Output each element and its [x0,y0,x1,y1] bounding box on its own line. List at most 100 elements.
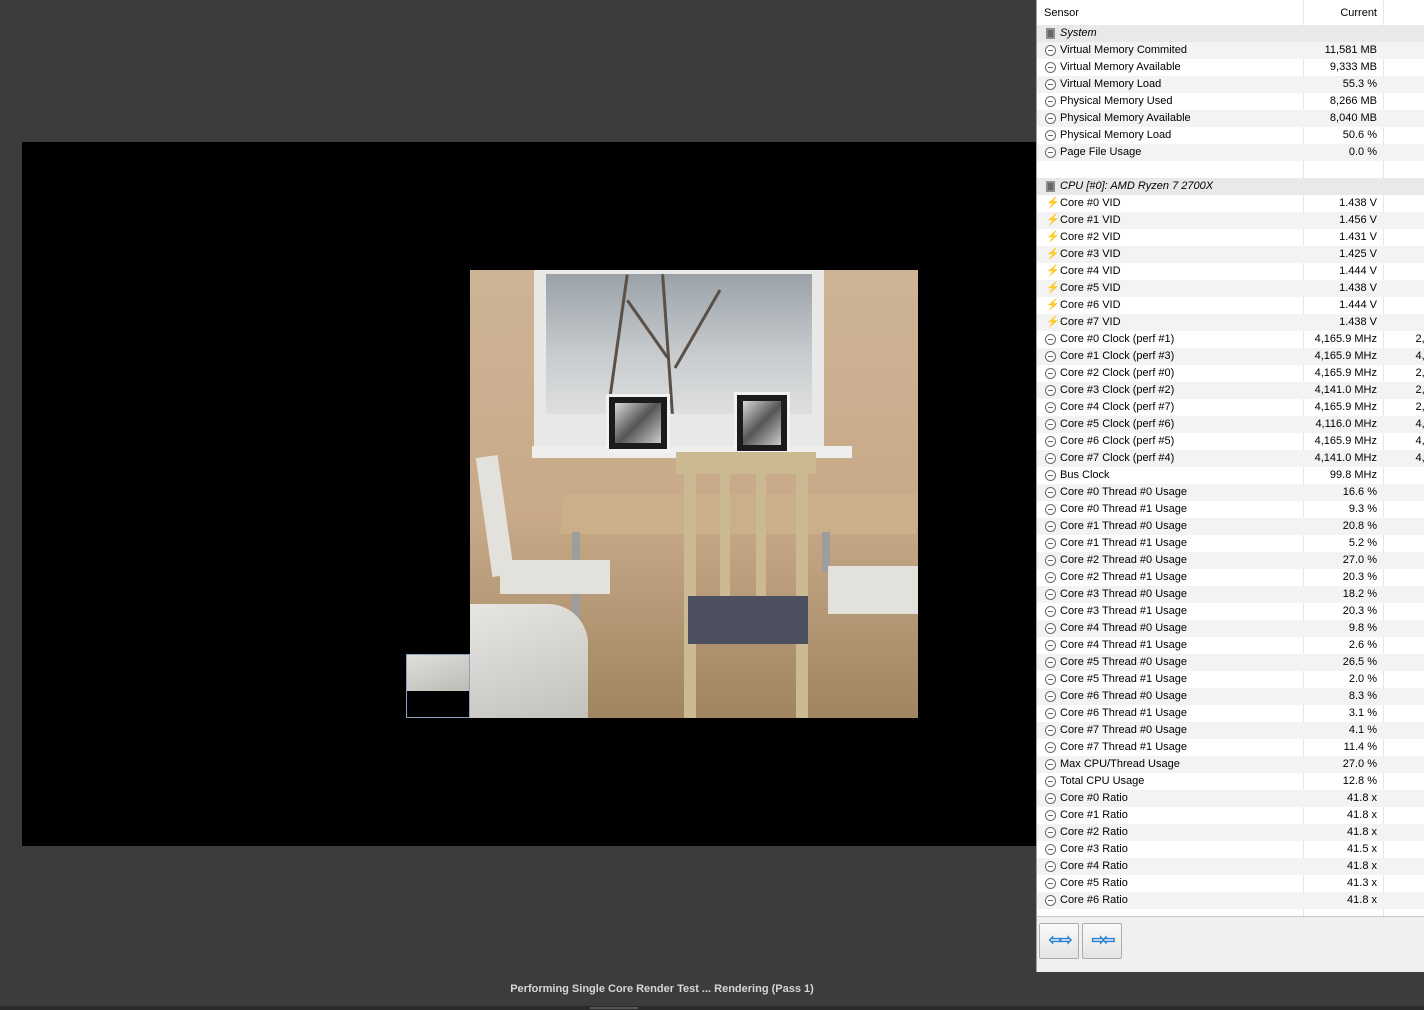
sensor-min-value: 2,827 [1415,384,1424,396]
sensor-row[interactable]: Core #1 Ratio 41.8 x [1037,807,1424,824]
gauge-icon [1045,776,1056,787]
sensor-min-value: 2 [1383,78,1424,90]
sensor-row[interactable]: ⚡Core #7 VID 1.438 V 1 [1037,314,1424,331]
sensor-row[interactable]: Total CPU Usage 12.8 % [1037,773,1424,790]
bottom-bar [0,1006,1424,1010]
sensor-group-row[interactable]: CPU [#0]: AMD Ryzen 7 2700X [1037,178,1424,195]
sensor-row[interactable]: Physical Memory Available 8,040 MB 7,3 [1037,110,1424,127]
sensor-row[interactable]: ⚡Core #2 VID 1.431 V 1 [1037,229,1424,246]
sensor-row[interactable]: Core #2 Ratio 41.8 x [1037,824,1424,841]
sensor-row[interactable]: Physical Memory Load 50.6 % 2 [1037,127,1424,144]
column-header-current[interactable]: Current [1303,7,1377,19]
gauge-icon [1045,368,1056,379]
sensor-row[interactable]: Physical Memory Used 8,266 MB 4,0 [1037,93,1424,110]
sensor-current-value: 1.444 V [1339,265,1377,277]
sensor-row[interactable]: Core #0 Ratio 41.8 x [1037,790,1424,807]
sensor-row[interactable]: Core #2 Thread #1 Usage 20.3 % [1037,569,1424,586]
sensor-name: Core #3 VID [1060,248,1121,260]
sensor-name: Core #2 VID [1060,231,1121,243]
collapse-arrows-button[interactable]: ⇨⇦ [1082,923,1122,959]
sensor-row[interactable]: Core #5 Clock (perf #6) 4,116.0 MHz 4,041 [1037,416,1424,433]
sensor-row[interactable]: Virtual Memory Available 9,333 MB 8,9 [1037,59,1424,76]
sensor-row[interactable]: Core #3 Ratio 41.5 x [1037,841,1424,858]
sensor-row[interactable]: ⚡Core #3 VID 1.425 V 1 [1037,246,1424,263]
sensor-row[interactable]: Core #7 Thread #1 Usage 11.4 % [1037,739,1424,756]
sensor-name: Total CPU Usage [1060,775,1145,787]
sensor-min-value: 2,810 [1415,333,1424,345]
sensor-name: Physical Memory Load [1060,129,1172,141]
sensor-row[interactable]: Core #0 Clock (perf #1) 4,165.9 MHz 2,810 [1037,331,1424,348]
sensor-rows: System Virtual Memory Commited 11,581 MB 5,… [1037,25,1424,909]
column-header-min[interactable]: M [1383,7,1424,19]
sensor-row[interactable]: Core #7 Clock (perf #4) 4,141.0 MHz 4,066 [1037,450,1424,467]
gauge-icon [1045,657,1056,668]
sensor-row[interactable]: Core #0 Thread #0 Usage 16.6 % [1037,484,1424,501]
sensor-name: Core #1 Thread #0 Usage [1060,520,1187,532]
sensor-row[interactable]: Virtual Memory Commited 11,581 MB 5,4 [1037,42,1424,59]
gauge-icon [1045,79,1056,90]
sensor-current-value: 4,141.0 MHz [1314,384,1377,396]
sensor-name: Physical Memory Available [1060,112,1191,124]
sensor-name: Core #1 Ratio [1060,809,1128,821]
sensor-row[interactable]: Core #3 Thread #0 Usage 18.2 % [1037,586,1424,603]
gauge-icon [1045,810,1056,821]
sensor-row[interactable]: Bus Clock 99.8 MHz 99 [1037,467,1424,484]
gauge-icon [1045,334,1056,345]
sensor-group-row[interactable]: System [1037,25,1424,42]
render-bucket [406,654,470,718]
sensor-row[interactable]: ⚡Core #4 VID 1.444 V 1 [1037,263,1424,280]
sensor-row[interactable]: Core #0 Thread #1 Usage 9.3 % [1037,501,1424,518]
sensor-name: Core #3 Ratio [1060,843,1128,855]
column-header-sensor[interactable]: Sensor [1044,7,1079,19]
sensor-row[interactable]: Core #5 Ratio 41.3 x [1037,875,1424,892]
sensor-name: Core #6 VID [1060,299,1121,311]
lightning-icon: ⚡ [1046,316,1060,328]
gauge-icon [1045,827,1056,838]
sensor-name: System [1060,27,1097,39]
sensor-min-value: 4,0 [1383,95,1424,107]
sensor-row[interactable]: Core #5 Thread #0 Usage 26.5 % [1037,654,1424,671]
sensor-name: Core #2 Ratio [1060,826,1128,838]
sensor-current-value: 1.438 V [1339,197,1377,209]
sensor-row[interactable]: Core #3 Clock (perf #2) 4,141.0 MHz 2,827 [1037,382,1424,399]
sensor-row[interactable]: Core #6 Ratio 41.8 x [1037,892,1424,909]
sensor-min-value: 1 [1383,299,1424,311]
sensor-row[interactable]: Core #4 Ratio 41.8 x [1037,858,1424,875]
sensor-min-value: 5,4 [1383,44,1424,56]
sensor-min-value: 2,810 [1415,367,1424,379]
sensor-row[interactable]: Core #3 Thread #1 Usage 20.3 % [1037,603,1424,620]
gauge-icon [1045,96,1056,107]
sensor-name: Virtual Memory Commited [1060,44,1187,56]
sensor-grid[interactable]: Sensor Current M System Virtual Memory Co… [1037,0,1424,917]
sensor-current-value: 11,581 MB [1324,44,1377,56]
expand-arrows-button[interactable]: ⇦⇨ [1039,923,1079,959]
sensor-row[interactable]: Core #7 Thread #0 Usage 4.1 % [1037,722,1424,739]
sensor-row[interactable]: Core #6 Thread #1 Usage 3.1 % [1037,705,1424,722]
sensor-current-value: 4,165.9 MHz [1314,435,1377,447]
sensor-row[interactable]: ⚡Core #0 VID 1.438 V 1 [1037,195,1424,212]
gauge-icon [1045,504,1056,515]
sensor-row[interactable]: ⚡Core #1 VID 1.456 V 1 [1037,212,1424,229]
sensor-row[interactable]: Core #1 Clock (perf #3) 4,165.9 MHz 4,041 [1037,348,1424,365]
sensor-name: Max CPU/Thread Usage [1060,758,1180,770]
sensor-row[interactable]: ⚡Core #6 VID 1.444 V 1 [1037,297,1424,314]
lightning-icon: ⚡ [1046,299,1060,311]
sensor-row[interactable]: Max CPU/Thread Usage 27.0 % [1037,756,1424,773]
sensor-row[interactable]: Core #5 Thread #1 Usage 2.0 % [1037,671,1424,688]
sensor-row[interactable]: Core #4 Thread #1 Usage 2.6 % [1037,637,1424,654]
sensor-row[interactable]: Core #4 Clock (perf #7) 4,165.9 MHz 2,793 [1037,399,1424,416]
sensor-row[interactable]: Virtual Memory Load 55.3 % 2 [1037,76,1424,93]
gauge-icon [1045,572,1056,583]
sensor-row[interactable]: Core #6 Thread #0 Usage 8.3 % [1037,688,1424,705]
sensor-row[interactable]: Core #2 Clock (perf #0) 4,165.9 MHz 2,810 [1037,365,1424,382]
sensor-row[interactable]: Core #6 Clock (perf #5) 4,165.9 MHz 4,041 [1037,433,1424,450]
sensor-row[interactable]: Core #4 Thread #0 Usage 9.8 % [1037,620,1424,637]
sensor-name: Core #7 Clock (perf #4) [1060,452,1175,464]
sensor-row[interactable]: ⚡Core #5 VID 1.438 V 1 [1037,280,1424,297]
sensor-row[interactable]: Core #1 Thread #1 Usage 5.2 % [1037,535,1424,552]
sensor-row[interactable]: Core #2 Thread #0 Usage 27.0 % [1037,552,1424,569]
sensor-name: Core #6 Ratio [1060,894,1128,906]
sensor-current-value: 41.8 x [1347,826,1377,838]
sensor-row[interactable]: Core #1 Thread #0 Usage 20.8 % [1037,518,1424,535]
sensor-row[interactable]: Page File Usage 0.0 % [1037,144,1424,161]
